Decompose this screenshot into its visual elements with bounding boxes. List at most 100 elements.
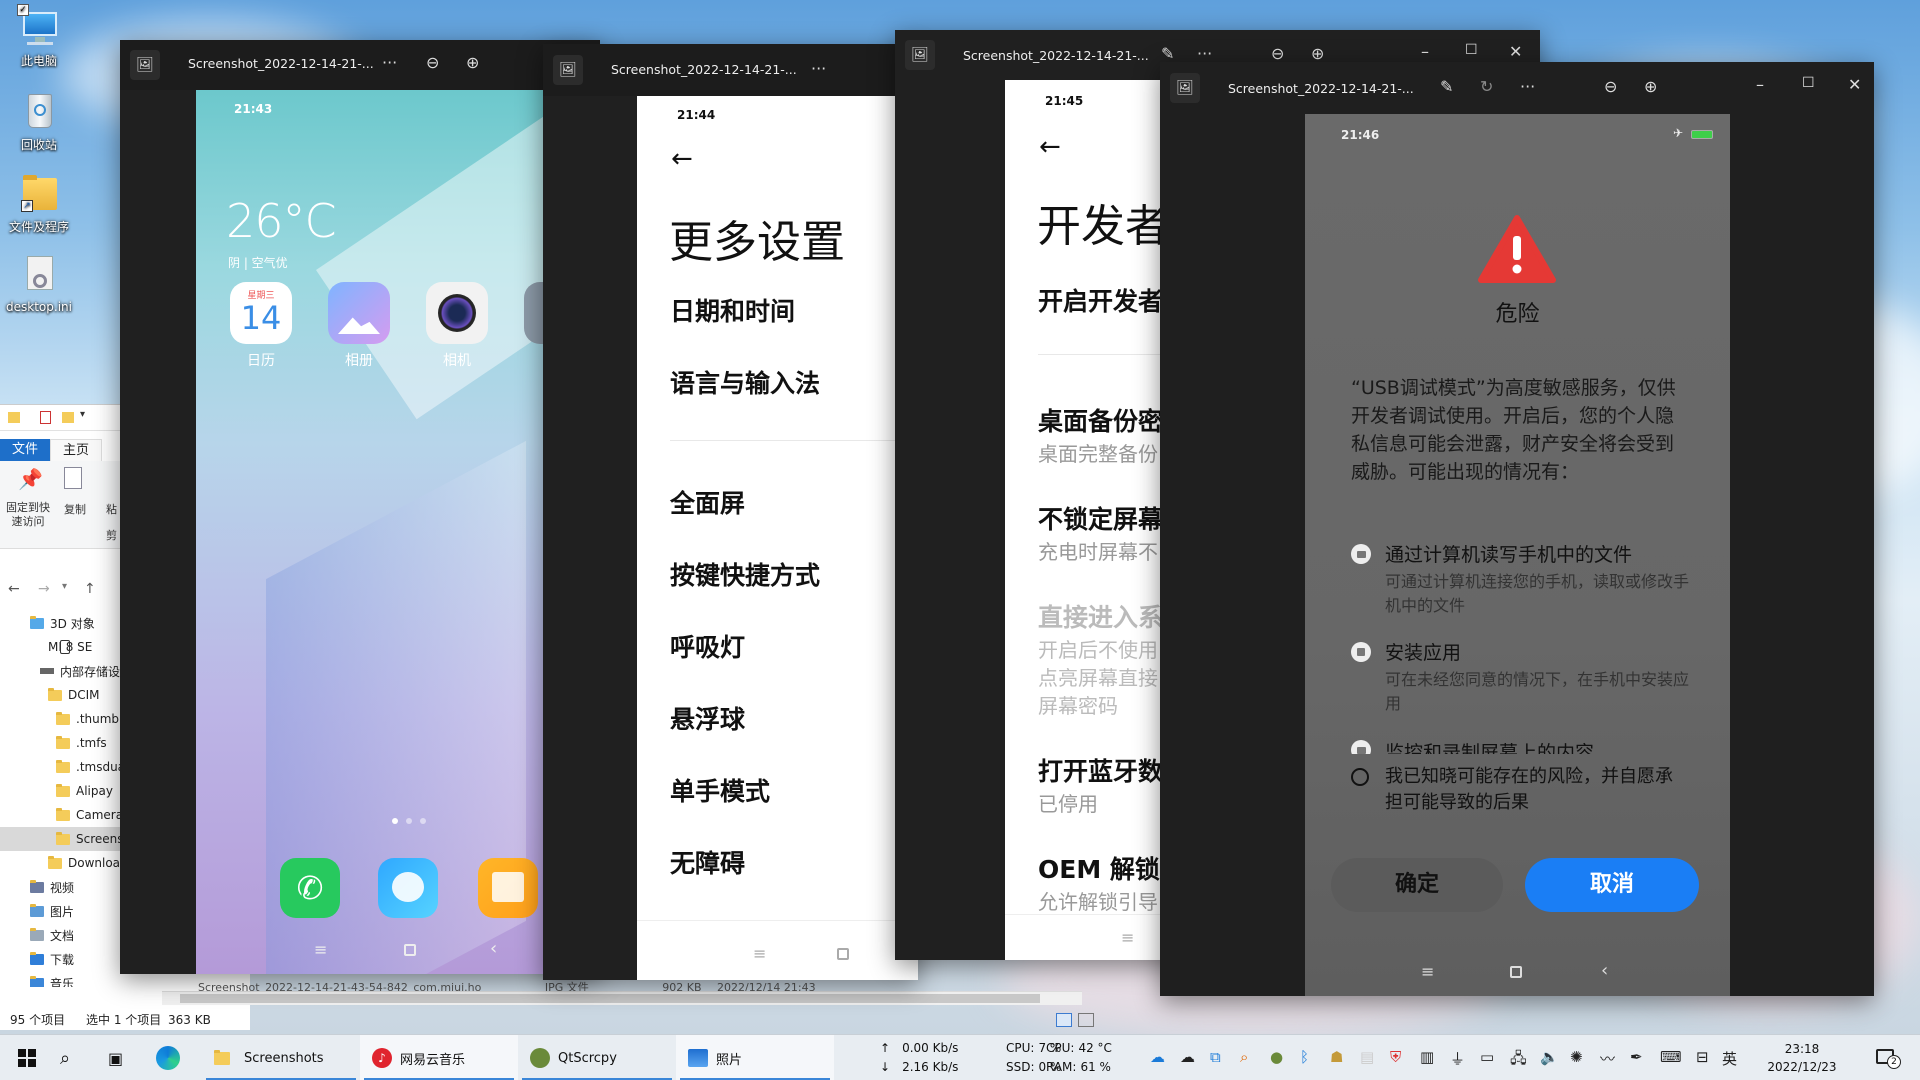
settings-item-one-hand-mode[interactable]: 单手模式 [670,772,770,808]
notes-app-icon[interactable] [478,858,538,918]
settings-item-language-input[interactable]: 语言与输入法 [670,364,820,400]
zoom-in-icon[interactable]: ⊕ [466,53,479,72]
cat-app-icon[interactable]: ☗ [1330,1048,1343,1066]
home-nav-icon[interactable] [404,944,416,956]
messages-app-icon[interactable] [378,858,438,918]
zoom-in-icon[interactable]: ⊕ [1644,77,1657,96]
edit-image-icon[interactable]: ✎ [1440,77,1453,96]
search-tool-icon[interactable]: ⌕ [1240,1048,1248,1066]
home-nav-icon[interactable] [837,948,849,960]
usb-device-icon[interactable]: ⏚ [1450,1048,1465,1069]
rotate-icon[interactable]: ↻ [1480,77,1493,96]
phone-app-icon[interactable]: ✆ [280,858,340,918]
copy-button[interactable]: 复制 [64,501,86,517]
taskbar-app-screenshots[interactable]: Screenshots [202,1035,360,1080]
desktop-icon-recycle-bin[interactable]: 回收站 [4,88,74,153]
details-view-icon[interactable] [1056,1013,1072,1027]
volume-icon[interactable]: 🔈 [1540,1048,1559,1066]
settings-item-fullscreen[interactable]: 全面屏 [670,484,745,520]
battery-tray-icon[interactable]: ▭ [1480,1048,1494,1066]
maximize-button[interactable]: ☐ [1465,42,1478,58]
settings-item-floating-ball[interactable]: 悬浮球 [670,700,745,736]
maximize-button[interactable]: ☐ [1802,75,1815,91]
menu-nav-icon[interactable]: ≡ [1121,928,1134,947]
cloud-sync-icon[interactable]: ☁ [1180,1048,1195,1066]
more-options-icon[interactable]: ··· [811,59,826,78]
edit-image-icon[interactable]: ✎ [1161,44,1174,63]
horizontal-scrollbar[interactable] [162,991,1082,1005]
bluetooth-icon[interactable]: ᛒ [1300,1048,1309,1066]
ime-language[interactable]: 英 [1722,1048,1737,1069]
desktop-icon-files-programs[interactable]: ↗ 文件及程序 [4,170,74,235]
security-icon[interactable]: ⛨ [1390,1048,1401,1066]
clipboard-icon[interactable]: ▤ [1360,1048,1374,1066]
settings-item-date-time[interactable]: 日期和时间 [670,292,795,328]
zoom-out-icon[interactable]: ⊖ [426,53,439,72]
minimize-button[interactable]: – [1756,75,1764,94]
paste-button[interactable]: 粘 [106,501,117,517]
start-button[interactable] [12,1035,42,1080]
notification-center-icon[interactable]: 2 [1876,1047,1901,1069]
pen-icon[interactable]: ✒ [1630,1048,1643,1066]
settings-item-button-shortcuts[interactable]: 按键快捷方式 [670,556,820,592]
camera-app-icon[interactable] [426,282,488,344]
onedrive-icon[interactable]: ☁ [1150,1048,1165,1066]
recent-locations-icon[interactable]: ▾ [62,581,67,592]
menu-nav-icon[interactable]: ≡ [1421,962,1434,981]
gallery-app-icon[interactable] [328,282,390,344]
wave-icon[interactable]: 〰 [1600,1048,1615,1069]
large-icons-view-icon[interactable] [1078,1013,1094,1027]
back-arrow-icon[interactable]: ← [671,144,693,174]
performance-icon[interactable]: ▥ [1420,1048,1434,1066]
close-button[interactable]: ✕ [1509,42,1522,61]
clock[interactable]: 23:18 2022/12/23 [1754,1040,1850,1076]
customize-toolbar-icon[interactable]: ▾ [80,409,85,420]
ribbon-tab-home[interactable]: 主页 [50,439,102,461]
dev-item-bluetooth-log[interactable]: 打开蓝牙数 [1038,752,1163,788]
cancel-button[interactable]: 取消 [1525,858,1699,912]
dev-item-desktop-backup-password[interactable]: 桌面备份密 [1038,402,1163,438]
up-icon[interactable]: ↑ [84,581,96,597]
zoom-out-icon[interactable]: ⊖ [1604,77,1617,96]
back-icon[interactable]: ← [8,581,20,597]
edge-browser-icon[interactable] [156,1035,180,1080]
minimize-button[interactable]: – [1421,42,1429,61]
touch-keyboard-icon[interactable]: ⌨ [1660,1048,1682,1066]
zoom-out-icon[interactable]: ⊖ [1271,44,1284,63]
taskbar-app-netease-music[interactable]: ♪ 网易云音乐 [360,1035,518,1080]
desktop-icon-desktop-ini[interactable]: desktop.ini [4,252,74,314]
audio-levels-icon[interactable]: ✺ [1570,1048,1583,1066]
close-button[interactable]: ✕ [1848,75,1861,94]
more-options-icon[interactable]: ··· [1520,77,1535,96]
task-view-icon[interactable]: ▣ [108,1035,123,1080]
menu-nav-icon[interactable]: ≡ [314,940,327,959]
menu-nav-icon[interactable]: ≡ [753,944,766,963]
back-nav-icon[interactable]: ‹ [490,938,497,959]
ime-mode-icon[interactable]: ⊟ [1696,1048,1709,1066]
consent-radio[interactable] [1351,768,1369,786]
desktop-icon-this-pc[interactable]: ✓ 此电脑 [4,4,74,69]
confirm-button[interactable]: 确定 [1331,858,1503,912]
network-icon[interactable]: 🖧 [1510,1048,1527,1073]
taskbar-app-photos[interactable]: 照片 [676,1035,834,1080]
search-icon[interactable]: ⌕ [60,1035,70,1080]
taskbar-app-qtscrcpy[interactable]: QtScrcpy [518,1035,676,1080]
back-nav-icon[interactable]: ‹ [1601,960,1608,981]
ribbon-tab-file[interactable]: 文件 [0,439,50,461]
settings-item-accessibility[interactable]: 无障碍 [670,844,745,880]
home-nav-icon[interactable] [1510,966,1522,978]
more-options-icon[interactable]: ··· [1197,44,1212,63]
qtscrcpy-tray-icon[interactable]: ● [1270,1048,1283,1066]
more-options-icon[interactable]: ··· [382,53,397,72]
pin-quick-access-button[interactable]: 固定到快速访问 [2,501,54,529]
dev-item-stay-awake[interactable]: 不锁定屏幕 [1038,500,1163,536]
settings-item-notification-light[interactable]: 呼吸灯 [670,628,745,664]
dev-item-enable-developer[interactable]: 开启开发者 [1038,282,1163,318]
cut-button[interactable]: 剪 [106,527,117,543]
remote-desktop-icon[interactable]: ⧉ [1210,1048,1221,1066]
dev-item-oem-unlock[interactable]: OEM 解锁 [1038,850,1160,886]
zoom-in-icon[interactable]: ⊕ [1311,44,1324,63]
forward-icon[interactable]: → [38,581,50,597]
calendar-app-icon[interactable]: 星期三 14 [230,282,292,344]
back-arrow-icon[interactable]: ← [1039,132,1061,162]
